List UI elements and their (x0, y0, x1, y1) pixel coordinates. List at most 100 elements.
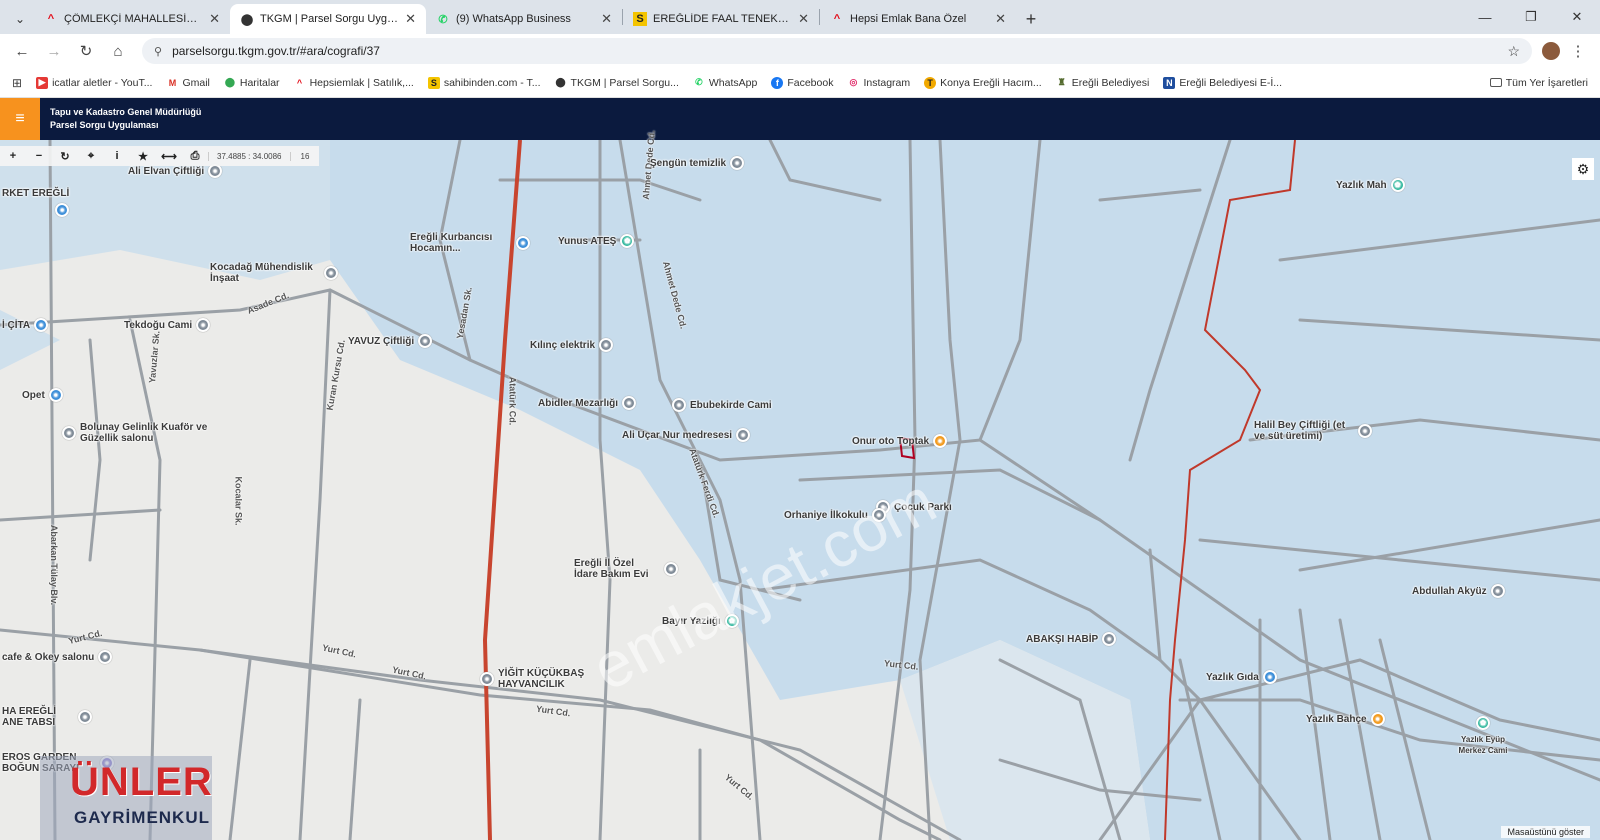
poi-ha-eregli[interactable]: HA EREĞLİ ANE TABSI ● (2, 706, 92, 728)
favorite-icon[interactable]: ★ (130, 150, 156, 163)
poi-label: cafe & Okey salonu (2, 651, 95, 663)
bookmark-facebook[interactable]: f Facebook (771, 76, 833, 89)
brand-logo-line2: GAYRİMENKUL (74, 808, 210, 827)
bookmark-whatsapp[interactable]: ✆ WhatsApp (693, 77, 757, 89)
app-title: Tapu ve Kadastro Genel Müdürlüğü Parsel … (40, 106, 201, 132)
more-menu-icon[interactable]: ⋮ (1564, 37, 1592, 65)
place-pin-icon: ● (516, 236, 530, 250)
poi-onur-oto[interactable]: Onur oto Toptak ● (852, 434, 948, 448)
poi-halil-bey[interactable]: Halil Bey Çiftliği (et ve süt üretimi) ● (1254, 420, 1372, 442)
poi-yazlik-bahce[interactable]: Yazlık Bahçe ● (1306, 712, 1385, 726)
app-title-line2: Parsel Sorgu Uygulaması (50, 120, 159, 130)
forward-icon[interactable]: → (40, 37, 68, 65)
poi-tekdogu-cami[interactable]: Tekdoğu Cami ● (124, 318, 211, 332)
poi-yazlik-eyup-cami[interactable]: ✿ Yazlık Eyüp Merkez Cami (1448, 716, 1518, 756)
close-icon[interactable]: ✕ (995, 11, 1006, 27)
bookmark-haritalar[interactable]: ⬤ Haritalar (224, 77, 280, 89)
poi-yavuz-ciftligi[interactable]: YAVUZ Çiftliği ● (348, 334, 433, 348)
place-pin-icon: ● (418, 334, 433, 348)
tab-comlekci[interactable]: ^ ÇÖMLEKÇİ MAHALLESİNDE 10: ✕ (34, 4, 230, 34)
close-icon[interactable]: ✕ (209, 11, 220, 27)
info-icon[interactable]: i (104, 150, 130, 162)
zoom-in-icon[interactable]: + (0, 150, 26, 162)
bookmark-hepsiemlak[interactable]: ^ Hepsiemlak | Satılık,... (294, 77, 414, 89)
poi-label: Onur oto Toptak (852, 435, 930, 447)
close-window-icon[interactable]: ✕ (1554, 0, 1600, 34)
poi-opet[interactable]: Opet ● (22, 388, 63, 402)
address-bar[interactable]: ⚲ parselsorgu.tkgm.gov.tr/#ara/cografi/3… (142, 38, 1532, 64)
bookmark-gmail[interactable]: M Gmail (166, 76, 210, 89)
reload-icon[interactable]: ↻ (72, 37, 100, 65)
poi-cafe-okey[interactable]: cafe & Okey salonu ● (2, 650, 113, 664)
zoom-out-icon[interactable]: − (26, 150, 52, 162)
site-info-icon[interactable]: ⚲ (154, 45, 162, 58)
close-icon[interactable]: ✕ (601, 11, 612, 27)
back-icon[interactable]: ← (8, 37, 36, 65)
zoom-level: 16 (289, 151, 320, 161)
tab-search-button[interactable]: ⌄ (6, 4, 34, 34)
poi-sengun-temizlik[interactable]: Şengün temizlik ● (650, 156, 745, 170)
poi-label: İ ÇİTA (2, 319, 31, 331)
new-tab-button[interactable]: + (1016, 4, 1046, 34)
poi-kocadag[interactable]: Kocadağ Mühendislik İnşaat ● (210, 262, 338, 284)
apps-grid-icon[interactable]: ⊞ (12, 76, 22, 90)
poi-abdullah-akyuz[interactable]: Abdullah Akyüz ● (1412, 584, 1505, 598)
measure-icon[interactable]: ⟷ (156, 150, 182, 163)
bookmark-instagram[interactable]: ◎ Instagram (847, 77, 911, 89)
refresh-icon[interactable]: ↻ (52, 150, 78, 163)
print-icon[interactable]: ⎙ (182, 150, 208, 163)
url-text[interactable]: parselsorgu.tkgm.gov.tr/#ara/cografi/37 (172, 44, 380, 58)
coordinate-readout: 37.4885 : 34.0086 (208, 151, 290, 161)
window-controls: — ❐ ✕ (1462, 0, 1600, 34)
bookmark-belediye-e[interactable]: N Ereğli Belediyesi E-İ... (1163, 76, 1282, 89)
unler-gayrimenkul-logo: ÜNLER GAYRİMENKUL (40, 756, 212, 840)
bookmark-label: sahibinden.com - T... (443, 76, 541, 89)
bookmark-belediye[interactable]: ♜ Ereğli Belediyesi (1056, 77, 1150, 89)
map-toolbar: + − ↻ ⌖ i ★ ⟷ ⎙ 37.4885 : 34.0086 16 (0, 146, 320, 166)
poi-yigit-kucukbas[interactable]: YİĞİT KÜÇÜKBAŞ HAYVANCILIK ● (480, 668, 604, 690)
close-icon[interactable]: ✕ (405, 11, 416, 27)
poi-bolunay[interactable]: Bolunay Gelinlik Kuaför ve Güzellik salo… (62, 422, 222, 444)
minimize-icon[interactable]: — (1462, 0, 1508, 34)
tab-hepsiemlak[interactable]: ^ Hepsi Emlak Bana Özel ✕ (820, 4, 1016, 34)
locate-icon[interactable]: ⌖ (78, 150, 104, 163)
place-pin-icon: ● (1102, 632, 1117, 646)
close-icon[interactable]: ✕ (798, 11, 809, 27)
bookmark-youtube[interactable]: ▶ icatlar aletler - YouT... (36, 76, 152, 89)
home-icon[interactable]: ⌂ (104, 37, 132, 65)
bookmark-sahibinden[interactable]: Ssahibinden.com - T... (427, 76, 541, 89)
bookmark-label: Gmail (182, 76, 210, 89)
restore-icon[interactable]: ❐ (1508, 0, 1554, 34)
poi-abaksi-habip[interactable]: ABAKŞI HABİP ● (1026, 632, 1117, 646)
poi-il-ozel-idare[interactable]: Ereğli İl Özel İdare Bakım Evi ● (574, 558, 678, 580)
tab-whatsapp[interactable]: ✆ (9) WhatsApp Business ✕ (426, 4, 622, 34)
poi-yunus-ates[interactable]: Yunus ATEŞ ✿ (558, 234, 635, 248)
poi-kurbancisi[interactable]: Ereğli Kurbancısı Hocamın... ● (410, 232, 530, 254)
poi-abidler-mezarligi[interactable]: Abidler Mezarlığı ● (538, 396, 637, 410)
poi-yazlik-mah[interactable]: Yazlık Mah ✿ (1336, 178, 1405, 192)
tab-tkgm[interactable]: ⬤ TKGM | Parsel Sorgu Uygulama ✕ (230, 4, 426, 34)
poi-label: Abidler Mezarlığı (538, 397, 619, 409)
tab-eregli-fabrika[interactable]: S EREĞLİDE FAAL TENEKE FABRİK ✕ (623, 4, 819, 34)
whatsapp-icon: ✆ (438, 13, 448, 26)
bookmark-label: Ereğli Belediyesi (1071, 76, 1150, 89)
bookmark-tkgm[interactable]: ⬤ TKGM | Parsel Sorgu... (555, 77, 678, 89)
poi-ebubekirde-cami[interactable]: Ebubekirde Cami ● (672, 398, 772, 412)
n-icon: N (1163, 76, 1176, 89)
tab-title: EREĞLİDE FAAL TENEKE FABRİK (653, 13, 792, 25)
hamburger-menu-icon[interactable]: ≡ (0, 98, 40, 140)
poi-kilinc-elektrik[interactable]: Kılınç elektrik ● (530, 338, 614, 352)
place-pin-icon: ● (48, 388, 63, 402)
poi-cita[interactable]: İ ÇİTA ● (2, 318, 49, 332)
poi-ali-ucar[interactable]: Ali Uçar Nur medresesi ● (622, 428, 751, 442)
poi-ali-elvan[interactable]: Ali Elvan Çiftliği ● (128, 164, 223, 178)
settings-gear-icon[interactable]: ⚙ (1572, 158, 1594, 180)
road-label: Atatürk Cd. (507, 376, 518, 426)
bookmark-konya[interactable]: T Konya Ereğli Hacım... (924, 76, 1042, 89)
star-icon[interactable]: ☆ (1507, 43, 1520, 60)
poi-yazlik-gida[interactable]: Yazlık Gıda ● (1206, 670, 1277, 684)
poi-rket-eregli[interactable]: RKET EREĞLİ ● (2, 188, 70, 217)
profile-avatar[interactable] (1542, 42, 1560, 60)
bookmarks-bar: ⊞ ▶ icatlar aletler - YouT... M Gmail ⬤ Har… (0, 68, 1600, 98)
all-bookmarks[interactable]: Tüm Yer İşaretleri (1489, 77, 1588, 89)
